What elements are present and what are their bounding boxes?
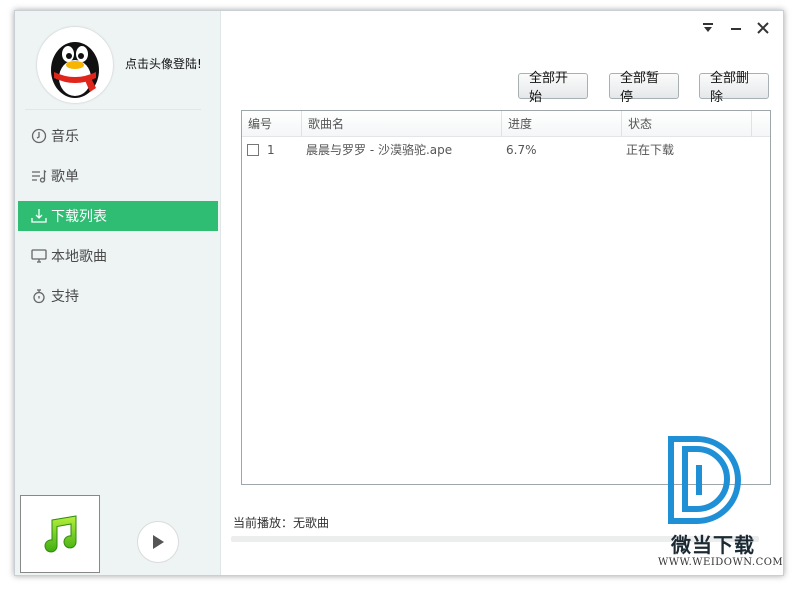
row-checkbox[interactable] xyxy=(247,144,259,156)
sidebar-item-playlist[interactable]: 歌单 xyxy=(18,161,218,191)
sidebar-item-label: 下载列表 xyxy=(51,209,107,225)
sidebar-item-label: 音乐 xyxy=(51,129,79,145)
weidown-logo xyxy=(667,435,757,529)
sidebar: 点击头像登陆! 音乐 歌单 下载列表 本地歌曲 支持 xyxy=(15,11,221,575)
row-index: 1 xyxy=(267,143,275,157)
watermark-url: WWW.WEIDOWN.COM xyxy=(658,557,784,568)
sidebar-item-music[interactable]: 音乐 xyxy=(18,121,218,151)
weidown-d-logo-icon xyxy=(668,436,741,524)
column-header-progress[interactable]: 进度 xyxy=(502,111,622,137)
row-song-name: 晨晨与罗罗 - 沙漠骆驼.ape xyxy=(306,143,453,157)
dropdown-menu-button[interactable] xyxy=(699,19,717,37)
sidebar-item-downloads[interactable]: 下载列表 xyxy=(18,201,218,231)
delete-all-button[interactable]: 全部删除 xyxy=(699,71,769,105)
music-note-icon xyxy=(44,515,77,553)
close-button[interactable] xyxy=(754,19,772,37)
sidebar-item-local-songs[interactable]: 本地歌曲 xyxy=(18,241,218,271)
download-table: 编号 歌曲名 进度 状态 1 晨晨与罗罗 - 沙漠骆驼.ape 6.7% 正在下… xyxy=(241,110,771,485)
sidebar-item-label: 歌单 xyxy=(51,169,79,185)
column-header-status[interactable]: 状态 xyxy=(622,111,752,137)
download-tray-icon xyxy=(30,207,48,225)
watermark-brand: 微当下载 xyxy=(671,533,755,557)
monitor-icon xyxy=(30,247,48,265)
sidebar-item-label: 支持 xyxy=(51,289,79,305)
app-window: 点击头像登陆! 音乐 歌单 下载列表 本地歌曲 支持 全部开始 全部暂停 全部删… xyxy=(14,10,784,576)
login-prompt[interactable]: 点击头像登陆! xyxy=(125,55,202,72)
album-art xyxy=(20,495,100,573)
now-playing-label: 当前播放：无歌曲 xyxy=(233,516,330,530)
minimize-button[interactable] xyxy=(727,19,745,37)
qq-penguin-icon xyxy=(40,30,110,100)
close-icon xyxy=(757,22,769,34)
table-header: 编号 歌曲名 进度 状态 xyxy=(242,111,770,137)
support-icon xyxy=(30,287,48,305)
menu-arrow-icon xyxy=(703,23,713,32)
music-disc-icon xyxy=(30,127,48,145)
playlist-icon xyxy=(30,167,48,185)
sidebar-divider xyxy=(25,109,201,110)
sidebar-item-label: 本地歌曲 xyxy=(51,249,107,265)
table-row[interactable]: 1 晨晨与罗罗 - 沙漠骆驼.ape 6.7% 正在下载 xyxy=(242,138,770,162)
user-avatar[interactable] xyxy=(37,27,113,103)
sidebar-nav: 音乐 歌单 下载列表 本地歌曲 支持 xyxy=(18,121,218,321)
row-progress: 6.7% xyxy=(506,143,537,157)
sidebar-item-support[interactable]: 支持 xyxy=(18,281,218,311)
pause-all-button[interactable]: 全部暂停 xyxy=(609,71,679,105)
row-status: 正在下载 xyxy=(626,143,675,157)
start-all-button[interactable]: 全部开始 xyxy=(518,71,588,105)
column-header-index[interactable]: 编号 xyxy=(242,111,302,137)
play-icon xyxy=(153,535,164,549)
column-header-song-name[interactable]: 歌曲名 xyxy=(302,111,502,137)
play-button[interactable] xyxy=(137,521,179,563)
minimize-icon xyxy=(731,28,741,30)
